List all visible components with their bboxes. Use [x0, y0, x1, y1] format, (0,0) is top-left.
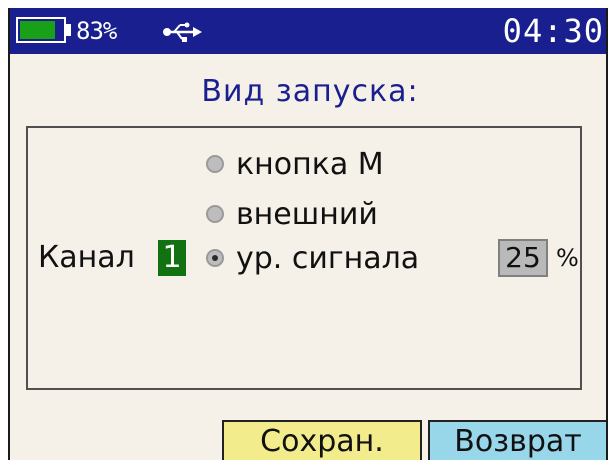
- option-external[interactable]: внешний: [206, 192, 378, 236]
- status-bar: 83% 04:30: [10, 8, 606, 54]
- usb-icon: [163, 22, 202, 42]
- battery-fill: [20, 21, 55, 39]
- battery-percent: 83%: [76, 17, 117, 45]
- option-label: кнопка М: [236, 146, 384, 182]
- option-label: ур. сигнала: [236, 240, 420, 276]
- radio-external[interactable]: [206, 205, 224, 223]
- signal-level-unit: %: [556, 244, 579, 272]
- radio-button-m[interactable]: [206, 155, 224, 173]
- trigger-options-panel: кнопка М внешний Канал 1 ур. сигнала 25 …: [26, 126, 582, 390]
- radio-signal-level[interactable]: [206, 249, 224, 267]
- signal-level-input[interactable]: 25: [498, 239, 548, 277]
- page-title: Вид запуска:: [201, 74, 419, 109]
- back-button[interactable]: Возврат: [428, 420, 606, 460]
- clock: 04:30: [502, 12, 604, 50]
- battery-icon: [16, 17, 66, 43]
- option-button-m[interactable]: кнопка М: [206, 142, 384, 186]
- device-screen: 83% 04:30 Вид запуска: кнопка М внешний …: [8, 8, 608, 460]
- option-label: внешний: [236, 196, 378, 232]
- save-button[interactable]: Сохран.: [222, 420, 422, 460]
- channel-label: Канал: [38, 240, 135, 275]
- option-signal-level-row: Канал 1 ур. сигнала 25 %: [28, 236, 580, 280]
- option-signal-level[interactable]: ур. сигнала: [206, 236, 419, 280]
- battery-tip: [66, 24, 71, 36]
- channel-selector[interactable]: 1: [158, 240, 186, 276]
